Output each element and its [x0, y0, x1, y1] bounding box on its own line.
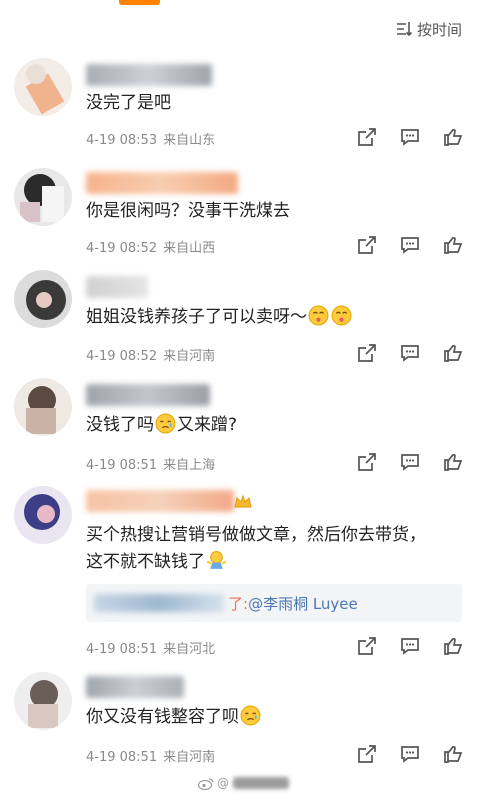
comment-meta: 4-19 08:51 来自河北 — [86, 638, 215, 657]
tearful-face-icon — [240, 705, 261, 726]
like-icon[interactable] — [442, 743, 464, 765]
comment-location: 来自山东 — [163, 133, 216, 148]
comment-location: 来自河南 — [163, 750, 216, 765]
comment-actions — [335, 451, 464, 473]
comment-icon[interactable] — [399, 635, 421, 657]
comment-text: 姐姐没钱养孩子了可以卖呀～ — [86, 304, 460, 331]
shrug-icon — [206, 551, 227, 569]
share-icon[interactable] — [356, 342, 378, 364]
comment-meta: 4-19 08:51 来自河南 — [86, 746, 215, 765]
comment-item: 买个热搜让营销号做做文章，然后你去带货， 这不就不缺钱了 了: @李雨桐 Luy… — [0, 482, 480, 664]
active-tab-indicator — [119, 0, 160, 5]
sort-icon — [396, 22, 413, 37]
watermark-prefix: @ — [217, 776, 229, 790]
avatar[interactable] — [14, 378, 72, 436]
comment-text: 你又没有钱整容了呗 — [86, 704, 460, 731]
username-blurred[interactable] — [86, 276, 148, 298]
comment-location: 来自河北 — [163, 642, 216, 657]
weibo-logo-icon — [198, 777, 214, 790]
username-blurred[interactable] — [86, 64, 212, 86]
watermark: @ — [198, 776, 289, 790]
tearful-face-icon — [155, 413, 176, 434]
reply-author-blurred — [94, 594, 224, 612]
share-icon[interactable] — [356, 635, 378, 657]
comment-text-line: 这不就不缺钱了 — [86, 552, 205, 572]
sort-label: 按时间 — [416, 20, 462, 39]
like-icon[interactable] — [442, 635, 464, 657]
comment-date: 4-19 08:51 — [86, 642, 158, 657]
comment-meta: 4-19 08:52 来自河南 — [86, 345, 215, 364]
crown-icon — [234, 494, 252, 508]
comment-item: 姐姐没钱养孩子了可以卖呀～ 4-19 08:52 来自河南 — [0, 268, 480, 374]
comment-item: 没钱了吗 又来蹭? 4-19 08:51 来自上海 — [0, 374, 480, 482]
comment-text: 买个热搜让营销号做做文章，然后你去带货， 这不就不缺钱了 — [86, 522, 460, 576]
comment-location: 来自山西 — [163, 241, 216, 256]
comment-item: 你又没有钱整容了呗 4-19 08:51 来自河南 — [0, 664, 480, 774]
comment-date: 4-19 08:53 — [86, 133, 158, 148]
comment-date: 4-19 08:51 — [86, 458, 158, 473]
username-blurred[interactable] — [86, 384, 210, 406]
comment-text-span: 姐姐没钱养孩子了可以卖呀～ — [86, 307, 307, 327]
comment-meta: 4-19 08:53 来自山东 — [86, 129, 215, 148]
comment-actions — [335, 126, 464, 148]
comment-date: 4-19 08:52 — [86, 241, 158, 256]
share-icon[interactable] — [356, 451, 378, 473]
username-blurred[interactable] — [86, 490, 234, 512]
comment-text: 你是很闲吗？没事干洗煤去 — [86, 201, 290, 221]
comment-date: 4-19 08:51 — [86, 750, 158, 765]
avatar[interactable] — [14, 58, 72, 116]
avatar[interactable] — [14, 270, 72, 328]
avatar[interactable] — [14, 168, 72, 226]
comment-location: 来自河南 — [163, 349, 216, 364]
like-icon[interactable] — [442, 234, 464, 256]
avatar[interactable] — [14, 486, 72, 544]
comment-icon[interactable] — [399, 126, 421, 148]
comment-date: 4-19 08:52 — [86, 349, 158, 364]
avatar[interactable] — [14, 672, 72, 730]
comment-icon[interactable] — [399, 451, 421, 473]
comment-actions — [335, 635, 464, 657]
comment-actions — [335, 342, 464, 364]
comment-text-span: 又来蹭? — [177, 415, 238, 435]
comment-icon[interactable] — [399, 234, 421, 256]
comment-meta: 4-19 08:51 来自上海 — [86, 454, 215, 473]
reply-preview[interactable]: 了: @李雨桐 Luyee — [86, 584, 462, 622]
comment-text-span: 你又没有钱整容了呗 — [86, 707, 239, 727]
username-blurred[interactable] — [86, 172, 238, 194]
like-icon[interactable] — [442, 126, 464, 148]
comment-meta: 4-19 08:52 来自山西 — [86, 237, 215, 256]
comment-text: 没钱了吗 又来蹭? — [86, 412, 460, 439]
comment-actions — [335, 234, 464, 256]
like-icon[interactable] — [442, 451, 464, 473]
comment-item: 你是很闲吗？没事干洗煤去 4-19 08:52 来自山西 — [0, 162, 480, 270]
comment-text-line: 买个热搜让营销号做做文章，然后你去带货， — [86, 525, 426, 545]
watermark-name-blurred — [233, 777, 289, 789]
username-blurred[interactable] — [86, 676, 184, 698]
share-icon[interactable] — [356, 234, 378, 256]
comment-icon[interactable] — [399, 342, 421, 364]
share-icon[interactable] — [356, 743, 378, 765]
sort-by-time-button[interactable]: 按时间 — [395, 18, 462, 40]
comment-item: 没完了是吧 4-19 08:53 来自山东 — [0, 56, 480, 162]
kiss-face-icon — [331, 305, 352, 326]
comment-text: 没完了是吧 — [86, 93, 171, 113]
comment-icon[interactable] — [399, 743, 421, 765]
comment-actions — [335, 743, 464, 765]
like-icon[interactable] — [442, 342, 464, 364]
reply-suffix: 了: — [228, 594, 249, 613]
kiss-face-icon — [308, 305, 329, 326]
share-icon[interactable] — [356, 126, 378, 148]
reply-mention-link[interactable]: @李雨桐 Luyee — [248, 593, 358, 614]
comment-text-span: 没钱了吗 — [86, 415, 154, 435]
comment-location: 来自上海 — [163, 458, 216, 473]
